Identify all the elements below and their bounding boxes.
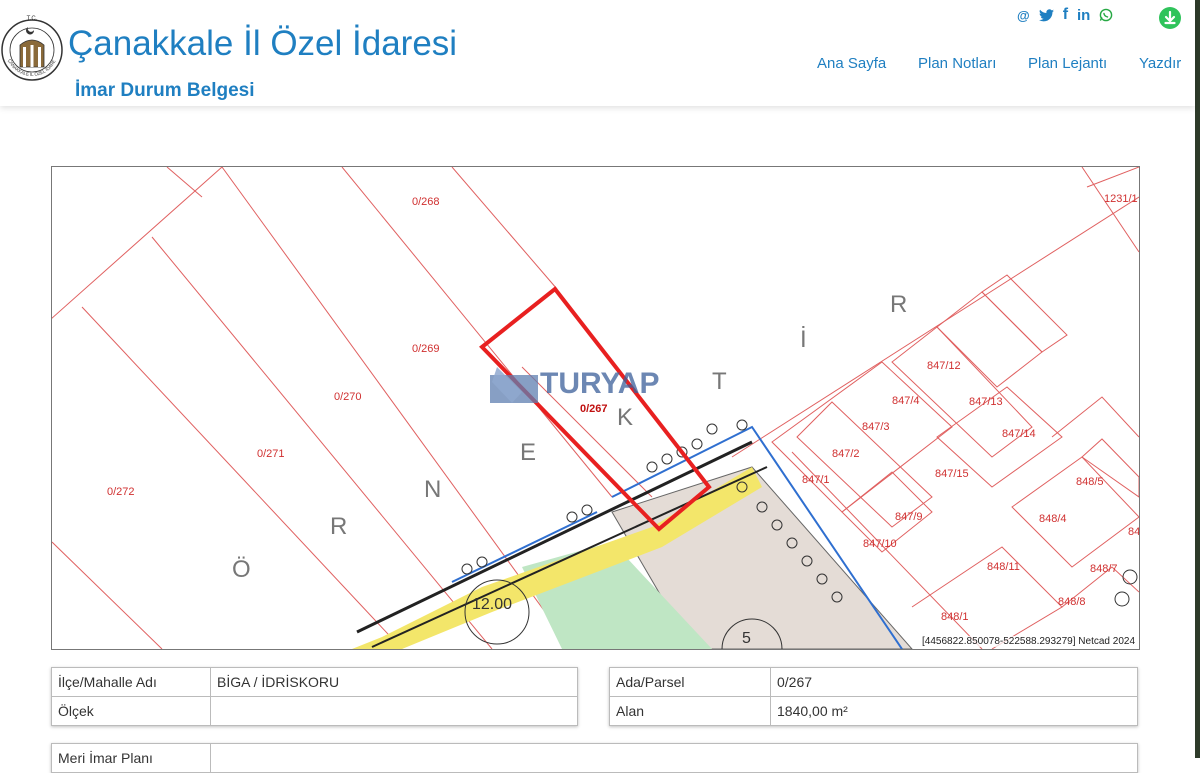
page-title: Çanakkale İl Özel İdaresi [68, 24, 458, 63]
nav-plan-lejanti[interactable]: Plan Lejantı [1028, 55, 1107, 72]
parcel-label: 848/8 [1058, 596, 1086, 608]
table-row: İlçe/Mahalle Adı BİGA / İDRİSKORU [51, 667, 578, 697]
window-edge [1195, 0, 1200, 758]
parcel-label-selected: 0/267 [580, 403, 608, 415]
map-canvas[interactable]: 12.00 5 Ö R N E K T İ R TURYAP 0/268 0/2… [52, 167, 1139, 649]
label-olcek: Ölçek [51, 696, 211, 726]
parcel-label: 84 [1128, 526, 1139, 538]
map-coordinates: [4456822.850078-522588.293279] Netcad 20… [920, 636, 1137, 647]
block-label: 5 [742, 630, 751, 647]
parcel-label: 847/2 [832, 448, 860, 460]
parcel-label: 0/271 [257, 448, 285, 460]
street-letter: T [712, 368, 727, 395]
street-letter: R [330, 513, 347, 540]
parcel-label: 847/10 [863, 538, 897, 550]
value-ada-parsel: 0/267 [770, 667, 1138, 697]
parcel-label: 847/4 [892, 395, 920, 407]
label-ada-parsel: Ada/Parsel [609, 667, 771, 697]
parcel-label: 847/14 [1002, 428, 1036, 440]
info-table-location: İlçe/Mahalle Adı BİGA / İDRİSKORU Ölçek [51, 667, 578, 726]
logo-seal: T.C. ÇANAKKALE İL ÖZEL İDARESİ [0, 5, 63, 81]
parcel-label: 848/4 [1039, 513, 1067, 525]
parcel-label: 0/270 [334, 391, 362, 403]
page-subtitle: İmar Durum Belgesi [75, 80, 255, 101]
table-row: Meri İmar Planı [51, 743, 1138, 773]
parcel-label: 848/1 [941, 611, 969, 623]
nav-ana-sayfa[interactable]: Ana Sayfa [817, 55, 886, 72]
parcel-label: 0/269 [412, 343, 440, 355]
twitter-icon[interactable] [1038, 8, 1054, 22]
parcel-label: 1231/1 [1104, 193, 1138, 205]
nav-plan-notlari[interactable]: Plan Notları [918, 55, 996, 72]
parcel-label: 848/7 [1090, 563, 1118, 575]
parcel-label: 847/3 [862, 421, 890, 433]
label-meri-imar-plani: Meri İmar Planı [51, 743, 211, 773]
facebook-icon[interactable]: f [1063, 6, 1068, 24]
nav-yazdir[interactable]: Yazdır [1139, 55, 1181, 72]
table-row: Ölçek [51, 696, 578, 726]
download-icon [1164, 10, 1176, 25]
street-letter: K [617, 404, 633, 431]
street-letter: E [520, 439, 536, 466]
info-table-parcel: Ada/Parsel 0/267 Alan 1840,00 m² [609, 667, 1138, 726]
parcel-label: 847/9 [895, 511, 923, 523]
parcel-label: 848/5 [1076, 476, 1104, 488]
whatsapp-icon[interactable] [1099, 8, 1113, 22]
plan-map[interactable]: 12.00 5 Ö R N E K T İ R TURYAP 0/268 0/2… [51, 166, 1140, 650]
svg-text:T.C.: T.C. [27, 16, 38, 22]
parcel-label: 847/1 [802, 474, 830, 486]
table-row: Alan 1840,00 m² [609, 696, 1138, 726]
road-width-label: 12.00 [472, 596, 512, 613]
table-row: Ada/Parsel 0/267 [609, 667, 1138, 697]
watermark-text: TURYAP [540, 367, 659, 400]
value-ilce-mahalle: BİGA / İDRİSKORU [210, 667, 578, 697]
label-ilce-mahalle: İlçe/Mahalle Adı [51, 667, 211, 697]
download-button[interactable] [1159, 7, 1181, 29]
street-letter: İ [800, 326, 807, 353]
parcel-label: 0/268 [412, 196, 440, 208]
email-icon[interactable]: @ [1017, 8, 1030, 23]
value-meri-imar-plani [210, 743, 1138, 773]
parcel-label: 847/13 [969, 396, 1003, 408]
social-links: @ f in [1017, 6, 1113, 24]
parcel-label: 0/272 [107, 486, 135, 498]
linkedin-icon[interactable]: in [1077, 7, 1090, 24]
watermark-logo: TURYAP [490, 367, 659, 403]
street-letter: R [890, 291, 907, 318]
street-letter: N [424, 476, 441, 503]
parcel-label: 848/11 [987, 561, 1020, 573]
parcel-label: 847/12 [927, 360, 961, 372]
street-letter: Ö [232, 556, 251, 583]
label-alan: Alan [609, 696, 771, 726]
value-olcek [210, 696, 578, 726]
site-header: T.C. ÇANAKKALE İL ÖZEL İDARESİ Çanakkale… [0, 0, 1195, 106]
parcel-label: 847/15 [935, 468, 969, 480]
value-alan: 1840,00 m² [770, 696, 1138, 726]
info-table-plan: Meri İmar Planı [51, 743, 1138, 773]
